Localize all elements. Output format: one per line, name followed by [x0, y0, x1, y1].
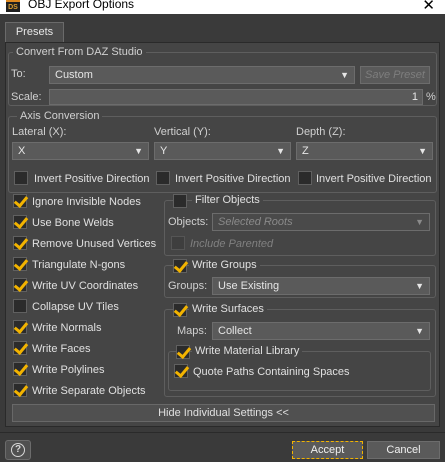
- option-label-7: Write Faces: [32, 343, 91, 355]
- option-checkbox-2[interactable]: [13, 236, 27, 250]
- depth-label: Depth (Z):: [296, 126, 346, 138]
- option-label-5: Collapse UV Tiles: [32, 301, 119, 313]
- chevron-down-icon: ▼: [415, 217, 424, 227]
- help-icon: ?: [11, 443, 25, 457]
- close-icon[interactable]: ✕: [422, 0, 435, 14]
- invert-depth-label: Invert Positive Direction: [316, 173, 432, 185]
- to-label: To:: [11, 68, 26, 80]
- chevron-down-icon: ▼: [418, 146, 427, 156]
- option-checkbox-0[interactable]: [13, 194, 27, 208]
- convert-from-title: Convert From DAZ Studio: [13, 46, 146, 58]
- footer-divider: [0, 432, 445, 433]
- depth-value: Z: [302, 145, 309, 157]
- groups-value: Use Existing: [218, 280, 280, 292]
- write-groups-label: Write Groups: [189, 259, 260, 271]
- option-checkbox-8[interactable]: [13, 362, 27, 376]
- chevron-down-icon: ▼: [340, 70, 349, 80]
- maps-value: Collect: [218, 325, 252, 337]
- option-label-0: Ignore Invisible Nodes: [32, 196, 141, 208]
- write-surfaces-label: Write Surfaces: [189, 303, 267, 315]
- option-label-3: Triangulate N-gons: [32, 259, 126, 271]
- axis-conversion-title: Axis Conversion: [17, 110, 103, 122]
- option-label-1: Use Bone Welds: [32, 217, 114, 229]
- groups-label: Groups:: [168, 280, 208, 292]
- daz-studio-app-icon: DS: [6, 0, 20, 12]
- chevron-down-icon: ▼: [415, 281, 424, 291]
- objects-dropdown[interactable]: Selected Roots ▼: [212, 213, 430, 231]
- help-button[interactable]: ?: [5, 440, 31, 460]
- option-checkbox-7[interactable]: [13, 341, 27, 355]
- window-title: OBJ Export Options: [28, 0, 135, 11]
- invert-depth-checkbox[interactable]: [298, 171, 312, 185]
- to-dropdown-value: Custom: [55, 69, 93, 81]
- option-checkbox-5[interactable]: [13, 299, 27, 313]
- write-material-library-label: Write Material Library: [192, 345, 303, 357]
- vertical-label: Vertical (Y):: [154, 126, 211, 138]
- write-groups-checkbox[interactable]: [173, 259, 187, 273]
- title-bar: DS OBJ Export Options ✕: [0, 0, 445, 14]
- option-checkbox-1[interactable]: [13, 215, 27, 229]
- accept-button[interactable]: Accept: [292, 441, 363, 459]
- save-preset-button[interactable]: Save Preset: [360, 66, 430, 84]
- depth-dropdown[interactable]: Z ▼: [296, 142, 433, 160]
- include-parented-checkbox[interactable]: [171, 236, 185, 250]
- option-checkbox-6[interactable]: [13, 320, 27, 334]
- objects-value: Selected Roots: [218, 216, 293, 228]
- invert-lateral-checkbox[interactable]: [14, 171, 28, 185]
- tab-presets[interactable]: Presets: [5, 22, 64, 42]
- scale-unit: %: [426, 91, 436, 103]
- to-dropdown[interactable]: Custom ▼: [49, 66, 355, 84]
- chevron-down-icon: ▼: [415, 326, 424, 336]
- objects-label: Objects:: [168, 216, 209, 228]
- vertical-value: Y: [160, 145, 168, 157]
- groups-dropdown[interactable]: Use Existing ▼: [212, 277, 430, 295]
- write-surfaces-checkbox[interactable]: [173, 303, 187, 317]
- maps-label: Maps:: [177, 325, 207, 337]
- option-label-8: Write Polylines: [32, 364, 105, 376]
- invert-vertical-label: Invert Positive Direction: [175, 173, 291, 185]
- cancel-button[interactable]: Cancel: [367, 441, 440, 459]
- lateral-dropdown[interactable]: X ▼: [12, 142, 149, 160]
- filter-objects-checkbox[interactable]: [173, 194, 187, 208]
- invert-lateral-label: Invert Positive Direction: [34, 173, 150, 185]
- chevron-down-icon: ▼: [134, 146, 143, 156]
- hide-individual-settings-button[interactable]: Hide Individual Settings <<: [12, 404, 435, 422]
- lateral-value: X: [18, 145, 26, 157]
- write-material-library-checkbox[interactable]: [176, 345, 190, 359]
- include-parented-label: Include Parented: [190, 238, 274, 250]
- scale-label: Scale:: [11, 91, 42, 103]
- lateral-label: Lateral (X):: [12, 126, 67, 138]
- quote-paths-checkbox[interactable]: [174, 364, 188, 378]
- option-label-9: Write Separate Objects: [32, 385, 146, 397]
- option-checkbox-9[interactable]: [13, 383, 27, 397]
- invert-vertical-checkbox[interactable]: [156, 171, 170, 185]
- option-label-6: Write Normals: [32, 322, 102, 334]
- scale-input[interactable]: 1: [49, 89, 423, 105]
- quote-paths-label: Quote Paths Containing Spaces: [193, 366, 350, 378]
- option-label-2: Remove Unused Vertices: [32, 238, 157, 250]
- vertical-dropdown[interactable]: Y ▼: [154, 142, 291, 160]
- option-label-4: Write UV Coordinates: [32, 280, 139, 292]
- maps-dropdown[interactable]: Collect ▼: [212, 322, 430, 340]
- chevron-down-icon: ▼: [276, 146, 285, 156]
- option-checkbox-3[interactable]: [13, 257, 27, 271]
- option-checkbox-4[interactable]: [13, 278, 27, 292]
- filter-objects-label: Filter Objects: [192, 194, 263, 206]
